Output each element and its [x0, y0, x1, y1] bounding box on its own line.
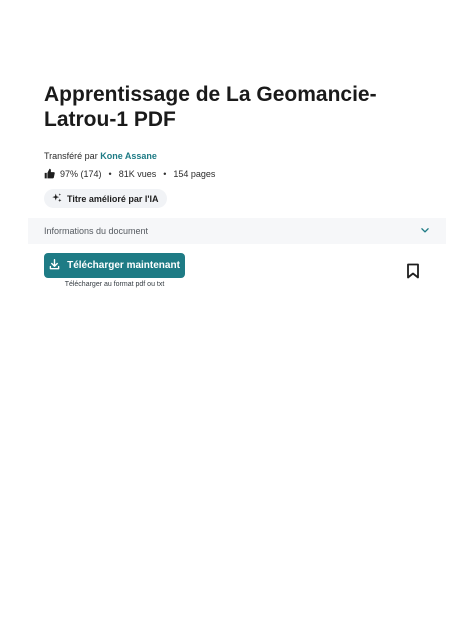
download-button-label: Télécharger maintenant [67, 260, 180, 271]
download-icon [49, 258, 60, 273]
document-page: Apprentissage de La Geomancie-Latrou-1 P… [0, 0, 474, 632]
ai-chip-label: Titre amélioré par l'IA [67, 193, 159, 204]
uploaded-by-label: Transféré par [44, 151, 98, 161]
document-stats: 97% (174) • 81K vues • 154 pages [44, 168, 215, 179]
info-bar-label: Informations du document [44, 226, 149, 236]
sparkle-icon [52, 192, 62, 205]
separator-dot: • [108, 168, 112, 179]
ai-improved-title-chip[interactable]: Titre amélioré par l'IA [44, 189, 167, 208]
pages-count: 154 pages [173, 168, 216, 179]
document-info-toggle[interactable]: Informations du document [28, 218, 446, 244]
views-count: 81K vues [118, 168, 157, 179]
download-format-note: Télécharger au format pdf ou txt [64, 281, 165, 288]
bookmark-icon[interactable] [406, 263, 420, 279]
uploader-link[interactable]: Kone Assane [100, 151, 157, 161]
document-title: Apprentissage de La Geomancie-Latrou-1 P… [44, 83, 377, 131]
chevron-down-icon [420, 225, 430, 237]
rating-value: 97% (174) [60, 168, 102, 179]
separator-dot: • [163, 168, 167, 179]
download-now-button[interactable]: Télécharger maintenant [44, 253, 185, 278]
thumbs-up-icon [44, 168, 55, 179]
uploader-line: Transféré par Kone Assane [44, 151, 157, 161]
